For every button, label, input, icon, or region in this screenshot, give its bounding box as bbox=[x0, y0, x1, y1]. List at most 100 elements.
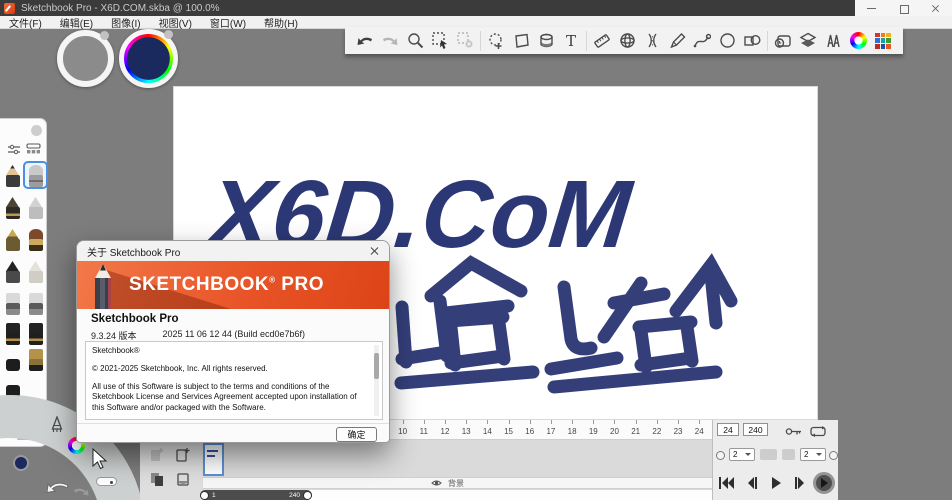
brush-item-selected[interactable] bbox=[25, 163, 46, 187]
hold-after-value: 2 bbox=[804, 450, 808, 459]
previous-frame-icon[interactable] bbox=[743, 476, 761, 490]
ruler-number: 16 bbox=[519, 420, 540, 436]
redo-icon[interactable] bbox=[380, 31, 400, 51]
symmetry-icon[interactable] bbox=[642, 31, 662, 51]
time-lapse-icon[interactable] bbox=[773, 31, 793, 51]
ellipse-icon[interactable] bbox=[717, 31, 737, 51]
perspective-icon[interactable] bbox=[617, 31, 637, 51]
brush-settings-icon[interactable] bbox=[7, 142, 21, 160]
brush-item[interactable] bbox=[2, 373, 23, 397]
current-frame-input[interactable] bbox=[717, 423, 739, 436]
menu-item[interactable]: 窗口(W) bbox=[201, 15, 255, 30]
dialog-title-bar[interactable]: 关于 Sketchbook Pro bbox=[77, 241, 389, 261]
ruler-number: 21 bbox=[625, 420, 646, 436]
add-selection-icon[interactable] bbox=[486, 31, 506, 51]
background-layer-row[interactable]: 背景 bbox=[203, 477, 712, 489]
menu-item[interactable]: 编辑(E) bbox=[51, 15, 102, 30]
brush-item[interactable] bbox=[25, 347, 46, 371]
license-line: Sketchbook® bbox=[92, 346, 370, 357]
toolbar-separator bbox=[767, 31, 768, 51]
total-frames-input[interactable] bbox=[743, 423, 768, 436]
menu-item[interactable]: 视图(V) bbox=[150, 15, 201, 30]
close-icon[interactable] bbox=[931, 4, 940, 13]
eye-icon[interactable] bbox=[431, 479, 442, 487]
skip-to-start-icon[interactable] bbox=[717, 476, 735, 490]
brush-item[interactable] bbox=[25, 321, 46, 345]
brush-item[interactable] bbox=[25, 291, 46, 315]
fill-icon[interactable] bbox=[536, 31, 556, 51]
ghost-frame-icon bbox=[760, 449, 777, 460]
brush-item[interactable] bbox=[2, 321, 23, 345]
brush-item[interactable] bbox=[25, 195, 46, 219]
brush-library-icon[interactable] bbox=[26, 142, 42, 160]
minimize-icon[interactable] bbox=[867, 4, 876, 13]
dialog-close-icon[interactable] bbox=[369, 246, 379, 256]
add-frame-icon[interactable] bbox=[176, 447, 191, 462]
ruler-number: 18 bbox=[562, 420, 583, 436]
brush-item[interactable] bbox=[2, 227, 23, 251]
menu-item[interactable]: 帮助(H) bbox=[255, 15, 307, 30]
menu-item[interactable]: 文件(F) bbox=[0, 15, 51, 30]
ruler-number: 17 bbox=[540, 420, 561, 436]
ok-button[interactable]: 确定 bbox=[336, 427, 377, 442]
undo-icon[interactable] bbox=[355, 31, 375, 51]
add-keyframe-icon[interactable] bbox=[150, 447, 165, 462]
color-puck-pin-icon[interactable] bbox=[164, 30, 173, 39]
maximize-icon[interactable] bbox=[899, 4, 908, 13]
select-icon[interactable] bbox=[430, 31, 450, 51]
play-flipbook-icon[interactable] bbox=[813, 472, 835, 494]
brush-puck-pin-icon[interactable] bbox=[100, 31, 109, 40]
ruler-number: 22 bbox=[646, 420, 667, 436]
shapes-icon[interactable] bbox=[742, 31, 762, 51]
layers-icon[interactable] bbox=[798, 31, 818, 51]
license-scrollbar-thumb[interactable] bbox=[374, 353, 379, 379]
layer-visibility[interactable] bbox=[431, 479, 442, 487]
toolbar: T bbox=[345, 27, 903, 54]
loop-icon[interactable] bbox=[810, 424, 827, 442]
transform-icon[interactable] bbox=[511, 31, 531, 51]
lagoon-undo-icon[interactable] bbox=[46, 480, 70, 500]
hold-after-dropdown[interactable]: 2 bbox=[800, 448, 826, 461]
hold-after-radio[interactable] bbox=[829, 451, 838, 460]
frame-thumbnail-1[interactable] bbox=[203, 443, 224, 476]
brush-item[interactable] bbox=[2, 259, 23, 283]
onion-skin-icon[interactable] bbox=[176, 472, 191, 487]
brush-item[interactable] bbox=[2, 195, 23, 219]
ruler-icon[interactable] bbox=[592, 31, 612, 51]
brush-item[interactable] bbox=[25, 259, 46, 283]
ruler-numbers: 101112131415161718192021222324 bbox=[392, 420, 710, 436]
hold-before-radio[interactable] bbox=[716, 451, 725, 460]
window-title: Sketchbook Pro - X6D.COM.skba @ 100.0% bbox=[21, 3, 220, 14]
deselect-icon[interactable] bbox=[455, 31, 475, 51]
dual-brush-icon[interactable] bbox=[823, 31, 843, 51]
menu-item[interactable]: 图像(I) bbox=[102, 15, 149, 30]
license-text[interactable]: Sketchbook®© 2021-2025 Sketchbook, Inc. … bbox=[85, 341, 383, 420]
product-name: Sketchbook Pro bbox=[91, 313, 179, 325]
current-color-swatch[interactable] bbox=[13, 455, 29, 471]
play-icon[interactable] bbox=[767, 476, 785, 490]
text-icon[interactable]: T bbox=[561, 31, 581, 51]
lagoon-brush-icon[interactable] bbox=[50, 416, 64, 439]
timeline-range-bar[interactable]: 1 240 bbox=[200, 490, 312, 500]
color-wheel-icon[interactable] bbox=[848, 31, 868, 51]
timeline-range-track[interactable]: 1 240 bbox=[203, 490, 712, 500]
brush-item[interactable] bbox=[2, 163, 23, 187]
keyframe-key-icon[interactable] bbox=[785, 424, 803, 442]
curve-icon[interactable] bbox=[692, 31, 712, 51]
handwriting-chinese bbox=[401, 263, 731, 387]
palette-icon[interactable] bbox=[873, 31, 893, 51]
brush-item[interactable] bbox=[2, 291, 23, 315]
lagoon-slider[interactable] bbox=[96, 477, 117, 486]
range-handle-right[interactable] bbox=[303, 491, 312, 500]
ruler-number: 20 bbox=[604, 420, 625, 436]
duplicate-frame-icon[interactable] bbox=[150, 472, 165, 487]
lagoon-redo-icon[interactable] bbox=[73, 484, 90, 500]
panel-handle-icon[interactable] bbox=[31, 125, 42, 136]
next-frame-icon[interactable] bbox=[791, 476, 809, 490]
hold-before-dropdown[interactable]: 2 bbox=[729, 448, 755, 461]
brush-item[interactable] bbox=[25, 227, 46, 251]
brush-item[interactable] bbox=[2, 347, 23, 371]
stylus-icon[interactable] bbox=[667, 31, 687, 51]
zoom-icon[interactable] bbox=[405, 31, 425, 51]
range-handle-left[interactable] bbox=[200, 491, 209, 500]
